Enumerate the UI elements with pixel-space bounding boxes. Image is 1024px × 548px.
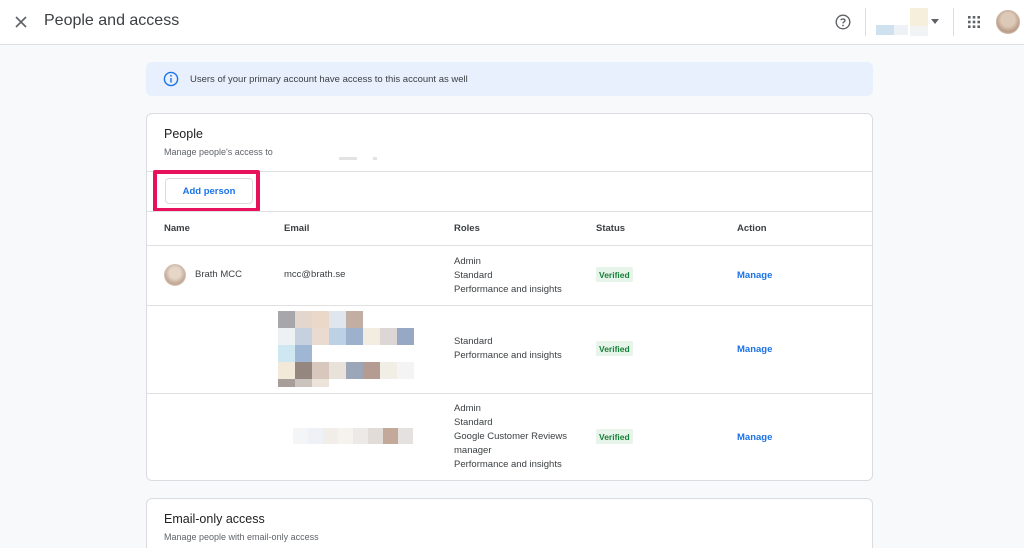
page-title: People and access (44, 12, 180, 29)
column-header-name: Name (164, 223, 190, 234)
divider (147, 393, 872, 394)
manage-link[interactable]: Manage (737, 270, 772, 281)
account-logo-blur (876, 25, 894, 35)
status-badge: Verified (596, 429, 633, 444)
user-roles: Admin Standard Google Customer Reviews m… (454, 403, 567, 470)
email-only-title: Email-only access (164, 512, 265, 526)
divider (865, 8, 866, 36)
dropdown-arrow-icon (931, 19, 939, 24)
divider (953, 8, 954, 36)
info-banner: Users of your primary account have acces… (146, 62, 873, 96)
user-roles: Standard Performance and insights (454, 336, 562, 361)
manage-link[interactable]: Manage (737, 432, 772, 443)
redacted-email (293, 428, 413, 444)
close-icon (15, 16, 27, 28)
add-person-button[interactable]: Add person (165, 178, 253, 204)
email-only-card: Email-only access Manage people with ema… (146, 498, 873, 548)
info-icon (163, 71, 179, 87)
account-switcher[interactable] (874, 8, 944, 38)
divider (147, 305, 872, 306)
status-badge: Verified (596, 341, 633, 356)
user-roles: Admin Standard Performance and insights (454, 256, 562, 295)
avatar (164, 264, 186, 286)
close-button[interactable] (10, 11, 32, 33)
column-header-roles: Roles (454, 223, 480, 234)
help-button[interactable] (832, 11, 854, 33)
banner-text: Users of your primary account have acces… (190, 73, 468, 85)
user-email: mcc@brath.se (284, 269, 346, 280)
user-name: Brath MCC (195, 269, 242, 280)
column-header-email: Email (284, 223, 310, 234)
top-bar: People and access (0, 0, 1024, 45)
column-header-action: Action (737, 223, 767, 234)
email-only-subtitle: Manage people with email-only access (164, 532, 319, 542)
apps-button[interactable] (963, 11, 985, 33)
redacted-email (278, 311, 433, 387)
manage-link[interactable]: Manage (737, 344, 772, 355)
column-header-status: Status (596, 223, 626, 234)
people-title: People (164, 127, 203, 141)
divider (147, 245, 872, 246)
redacted-account-name (339, 157, 357, 160)
divider (147, 211, 872, 212)
avatar[interactable] (996, 10, 1020, 34)
status-badge: Verified (596, 267, 633, 282)
apps-grid-icon (968, 16, 980, 28)
people-subtitle: Manage people's access to (164, 147, 273, 157)
help-icon (835, 14, 851, 30)
people-card: People Manage people's access to Add per… (146, 113, 873, 481)
